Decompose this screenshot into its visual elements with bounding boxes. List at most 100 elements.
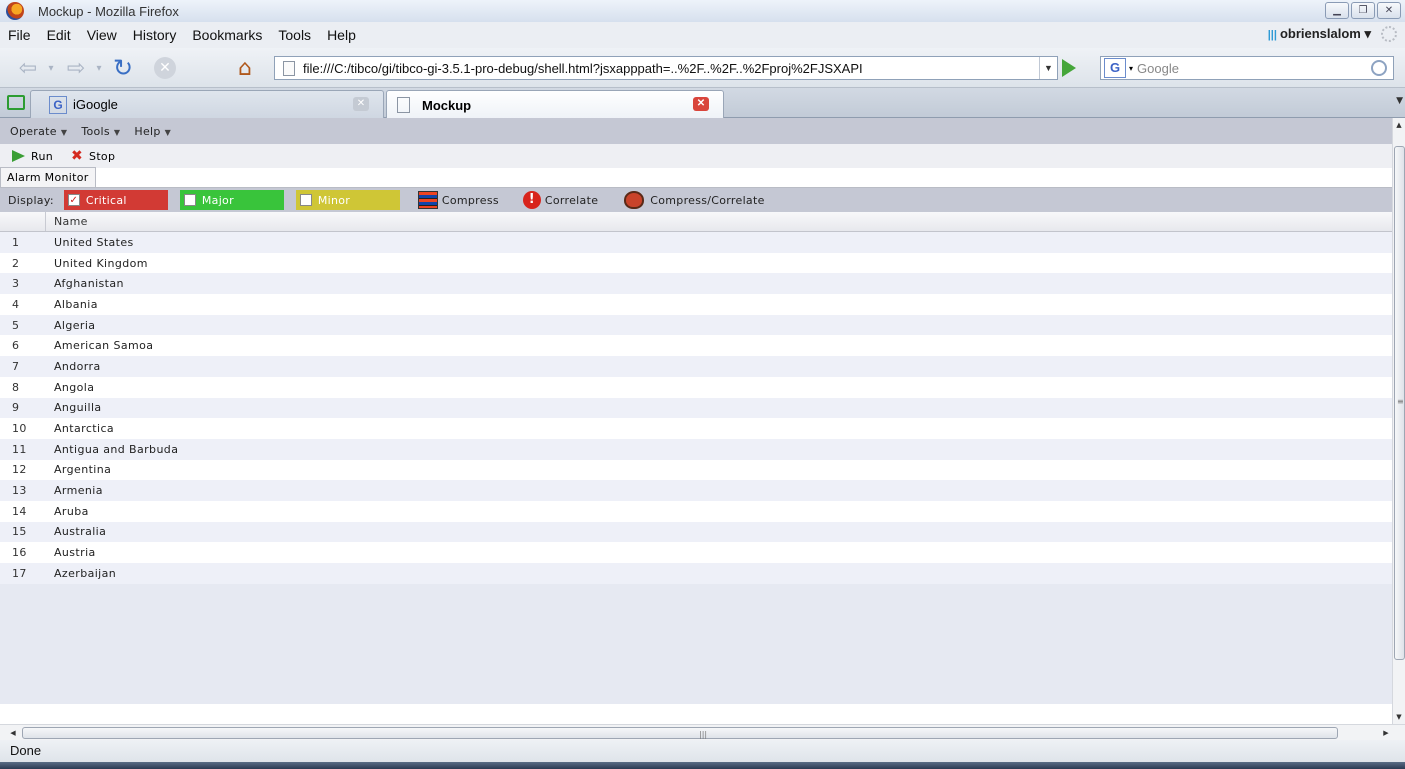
menu-tools[interactable]: Tools [278, 27, 311, 43]
table-row[interactable]: 16 Austria [0, 542, 1392, 563]
close-tab-icon[interactable]: ✕ [693, 97, 709, 111]
row-number: 17 [12, 566, 27, 580]
country-name: Andorra [54, 359, 101, 373]
go-arrow-icon[interactable] [1062, 59, 1076, 77]
table-row[interactable]: 2 United Kingdom [0, 252, 1392, 274]
reload-icon[interactable]: ↻ [108, 54, 138, 82]
table-row[interactable]: 14 Aruba [0, 500, 1392, 522]
country-name: Algeria [54, 318, 96, 332]
firefox-logo-icon [6, 2, 24, 20]
forward-dropdown-icon[interactable]: ▾ [94, 57, 104, 79]
back-dropdown-icon[interactable]: ▾ [46, 57, 56, 79]
row-number: 8 [12, 380, 20, 394]
compress-button[interactable]: Compress [417, 191, 499, 209]
window-titlebar: Mockup - Mozilla Firefox ▁ ❐ ✕ [0, 0, 1405, 22]
menu-help[interactable]: Help [327, 27, 356, 43]
table-row[interactable]: 4 Albania [0, 294, 1392, 315]
restore-button[interactable]: ❐ [1351, 2, 1375, 19]
table-row[interactable]: 12 Argentina [0, 459, 1392, 481]
menu-history[interactable]: History [133, 27, 177, 43]
menu-edit[interactable]: Edit [47, 27, 71, 43]
minimize-button[interactable]: ▁ [1325, 2, 1349, 19]
table-row[interactable]: 10 Antarctica [0, 418, 1392, 439]
url-dropdown-icon[interactable]: ▼ [1039, 57, 1057, 79]
status-bar: Done [0, 740, 1405, 762]
tab-igoogle[interactable]: G iGoogle ✕ [30, 90, 384, 118]
close-window-button[interactable]: ✕ [1377, 2, 1401, 19]
table-row[interactable]: 3 Afghanistan [0, 273, 1392, 295]
magnifier-icon[interactable] [1371, 60, 1387, 76]
close-tab-icon[interactable]: ✕ [353, 97, 369, 111]
app-content: Operate ▼ Tools ▼ Help ▼ Run ✖ Stop Alarm M… [0, 118, 1392, 724]
row-number: 16 [12, 546, 27, 560]
table-row[interactable]: 8 Angola [0, 376, 1392, 398]
app-toolbar: Run ✖ Stop [0, 144, 1392, 168]
horizontal-scrollbar[interactable]: ◀ ||| ▶ [0, 724, 1405, 740]
scroll-right-icon[interactable]: ▶ [1379, 726, 1393, 740]
menu-file[interactable]: File [8, 27, 31, 43]
home-icon[interactable]: ⌂ [230, 56, 260, 81]
row-number: 9 [12, 401, 20, 415]
tab-mockup[interactable]: Mockup ✕ [386, 90, 724, 119]
app-menu-operate[interactable]: Operate ▼ [10, 125, 67, 138]
table-row[interactable]: 1 United States [0, 232, 1392, 253]
tab-scroll-icon[interactable]: ▼ [1396, 96, 1403, 106]
tab-list-icon[interactable] [7, 95, 25, 110]
run-button[interactable]: Run [12, 150, 53, 163]
table-row[interactable]: 15 Australia [0, 521, 1392, 543]
row-number: 12 [12, 463, 27, 477]
grid-empty-area [0, 583, 1392, 704]
compress-correlate-button[interactable]: Compress/Correlate [624, 191, 764, 209]
stop-button[interactable]: ✖ Stop [71, 148, 115, 164]
country-name: Azerbaijan [54, 566, 117, 580]
tab-label: iGoogle [73, 97, 118, 112]
navigation-toolbar: ⇦ ▾ ⇨ ▾ ↻ ✕ ⌂ file:///C:/tibco/gi/tibco-… [0, 48, 1405, 88]
search-bar[interactable]: G ▾ Google [1100, 56, 1394, 80]
menu-view[interactable]: View [87, 27, 117, 43]
back-arrow-icon[interactable]: ⇦ [14, 56, 42, 81]
table-row[interactable]: 11 Antigua and Barbuda [0, 438, 1392, 460]
country-name: Australia [54, 525, 107, 539]
scroll-left-icon[interactable]: ◀ [6, 726, 20, 740]
table-row[interactable]: 17 Azerbaijan [0, 563, 1392, 584]
panel-tab-row: Alarm Monitor [0, 167, 1392, 188]
name-column-header[interactable]: Name [46, 215, 88, 228]
row-number: 10 [12, 422, 27, 436]
table-row[interactable]: 9 Anguilla [0, 397, 1392, 419]
tab-alarm-monitor[interactable]: Alarm Monitor [0, 167, 96, 187]
correlate-button[interactable]: ! Correlate [522, 191, 598, 209]
row-number: 4 [12, 297, 20, 311]
scroll-up-icon[interactable]: ▲ [1393, 118, 1405, 132]
table-row[interactable]: 13 Armenia [0, 480, 1392, 501]
table-row[interactable]: 5 Algeria [0, 314, 1392, 336]
table-row[interactable]: 6 American Samoa [0, 335, 1392, 357]
display-filter-bar: Display: ✓ Critical Major Minor Compress… [0, 188, 1392, 212]
country-name: Aruba [54, 504, 89, 518]
row-number: 15 [12, 525, 27, 539]
critical-checkbox[interactable]: ✓ Critical [63, 190, 168, 210]
search-engine-icon[interactable]: G [1104, 58, 1126, 78]
url-bar[interactable]: file:///C:/tibco/gi/tibco-gi-3.5.1-pro-d… [274, 56, 1058, 80]
display-label: Display: [8, 193, 54, 207]
app-menubar: Operate ▼ Tools ▼ Help ▼ [0, 118, 1392, 144]
forward-arrow-icon[interactable]: ⇨ [62, 56, 90, 81]
major-checkbox[interactable]: Major [179, 190, 284, 210]
horizontal-scroll-thumb[interactable]: ||| [22, 727, 1338, 739]
minor-checkbox[interactable]: Minor [295, 190, 400, 210]
menu-bookmarks[interactable]: Bookmarks [192, 27, 262, 43]
country-name: Afghanistan [54, 277, 124, 291]
checkbox-checked-icon: ✓ [67, 194, 80, 206]
vertical-scroll-thumb[interactable]: ≡ [1394, 146, 1405, 660]
scroll-down-icon[interactable]: ▼ [1393, 710, 1405, 724]
stop-icon[interactable]: ✕ [150, 57, 180, 79]
app-menu-help[interactable]: Help ▼ [134, 125, 171, 138]
row-number: 13 [12, 484, 27, 498]
profile-menu[interactable]: ||| obrienslalom ▾ [1268, 26, 1371, 42]
row-number: 14 [12, 504, 27, 518]
app-menu-tools[interactable]: Tools ▼ [81, 125, 120, 138]
table-row[interactable]: 7 Andorra [0, 356, 1392, 377]
country-name: Angola [54, 380, 95, 394]
vertical-scrollbar[interactable]: ▲ ≡ ▼ [1392, 118, 1405, 724]
search-engine-dropdown-icon[interactable]: ▾ [1129, 64, 1133, 73]
row-number: 1 [12, 235, 20, 249]
